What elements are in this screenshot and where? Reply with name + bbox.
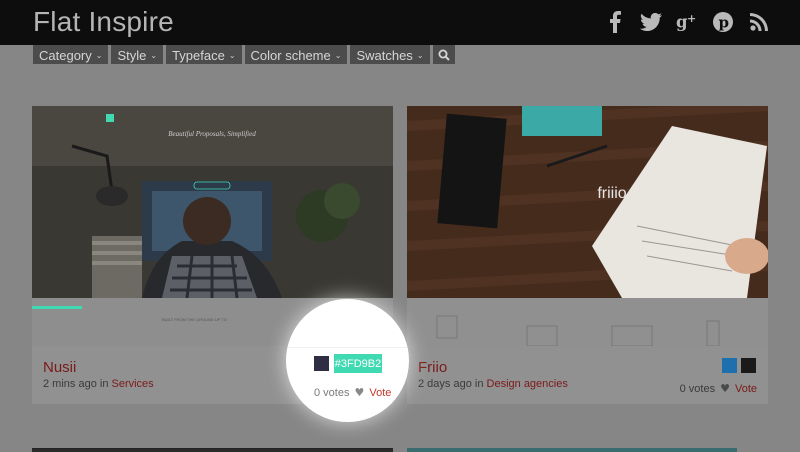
chevron-down-icon: ⌄: [95, 50, 103, 60]
svg-text:+: +: [687, 12, 696, 25]
color-scheme-filter-label: Color scheme: [250, 47, 331, 63]
vote-count: 0 votes: [679, 382, 716, 395]
swatches-filter[interactable]: Swatches ⌄: [350, 45, 430, 64]
search-icon: [438, 49, 450, 61]
vote-button[interactable]: Vote: [369, 387, 391, 399]
card-meta: 2 days ago in Design agencies: [418, 378, 568, 390]
site-card-friio: friiio Friio 2 days ago in Design agenci…: [407, 106, 768, 404]
color-scheme-filter[interactable]: Color scheme ⌄: [244, 45, 348, 64]
card-time: 2 days ago: [418, 378, 472, 390]
filter-bar: Category ⌄ Style ⌄ Typeface ⌄ Color scheme ⌄…: [33, 45, 455, 64]
heart-icon: ♥: [354, 386, 365, 399]
swatches-filter-label: Swatches: [356, 47, 413, 63]
card-swatches: [722, 358, 756, 373]
google-plus-icon[interactable]: g +: [676, 10, 698, 34]
chevron-down-icon: ⌄: [416, 50, 424, 60]
card-votes: 0 votes ♥ Vote: [314, 386, 391, 399]
next-card-top-edge: [407, 448, 737, 452]
style-filter-label: Style: [117, 47, 147, 63]
card-info: Friio 2 days ago in Design agencies 0 vo…: [407, 346, 768, 404]
pinterest-icon[interactable]: p: [712, 10, 734, 34]
thumb-brand: friiio: [597, 185, 626, 202]
swatch-hex-tooltip: #3FD9B2: [334, 354, 382, 373]
card-title[interactable]: Friio: [418, 359, 447, 376]
typeface-filter-label: Typeface: [172, 47, 225, 63]
card-category-link[interactable]: Services: [112, 378, 154, 390]
card-votes: 0 votes ♥ Vote: [680, 382, 757, 395]
color-swatch[interactable]: [722, 358, 737, 373]
spotlight-content: #3FD9B2 0 votes ♥ Vote: [286, 299, 409, 422]
chevron-down-icon: ⌄: [228, 50, 236, 60]
color-swatch[interactable]: [314, 356, 329, 371]
vote-button[interactable]: Vote: [735, 383, 757, 395]
site-header: Flat Inspire g + p: [0, 0, 800, 45]
thumbnail-image: friiio: [407, 106, 768, 346]
svg-text:p: p: [719, 14, 730, 32]
chevron-down-icon: ⌄: [334, 50, 342, 60]
chevron-down-icon: ⌄: [150, 50, 158, 60]
search-button[interactable]: [432, 45, 455, 64]
svg-text:Beautiful Proposals, Simplifie: Beautiful Proposals, Simplified: [168, 130, 256, 138]
heart-icon: ♥: [720, 382, 730, 395]
site-logo[interactable]: Flat Inspire: [33, 6, 174, 38]
card-in: in: [474, 378, 484, 390]
svg-text:BUILT FROM THE GROUND UP TO: BUILT FROM THE GROUND UP TO: [162, 317, 227, 322]
rss-icon[interactable]: [748, 10, 770, 34]
twitter-icon[interactable]: [640, 10, 662, 34]
vote-count: 0 votes: [314, 386, 350, 399]
card-meta: 2 mins ago in Services: [43, 378, 154, 390]
facebook-icon[interactable]: [604, 10, 626, 34]
card-category-link[interactable]: Design agencies: [487, 378, 568, 390]
next-card-top-edge: [32, 448, 393, 452]
site-thumbnail[interactable]: friiio: [407, 106, 768, 346]
color-swatch[interactable]: [741, 358, 756, 373]
category-filter[interactable]: Category ⌄: [33, 45, 109, 64]
typeface-filter[interactable]: Typeface ⌄: [166, 45, 242, 64]
spotlight-magnifier: #3FD9B2 0 votes ♥ Vote: [286, 299, 409, 422]
card-in: in: [99, 378, 109, 390]
card-title[interactable]: Nusii: [43, 359, 76, 376]
card-time: 2 mins ago: [43, 378, 97, 390]
category-filter-label: Category: [39, 47, 92, 63]
spotlight-divider: [286, 347, 409, 348]
social-links: g + p: [604, 10, 770, 34]
style-filter[interactable]: Style ⌄: [111, 45, 164, 64]
